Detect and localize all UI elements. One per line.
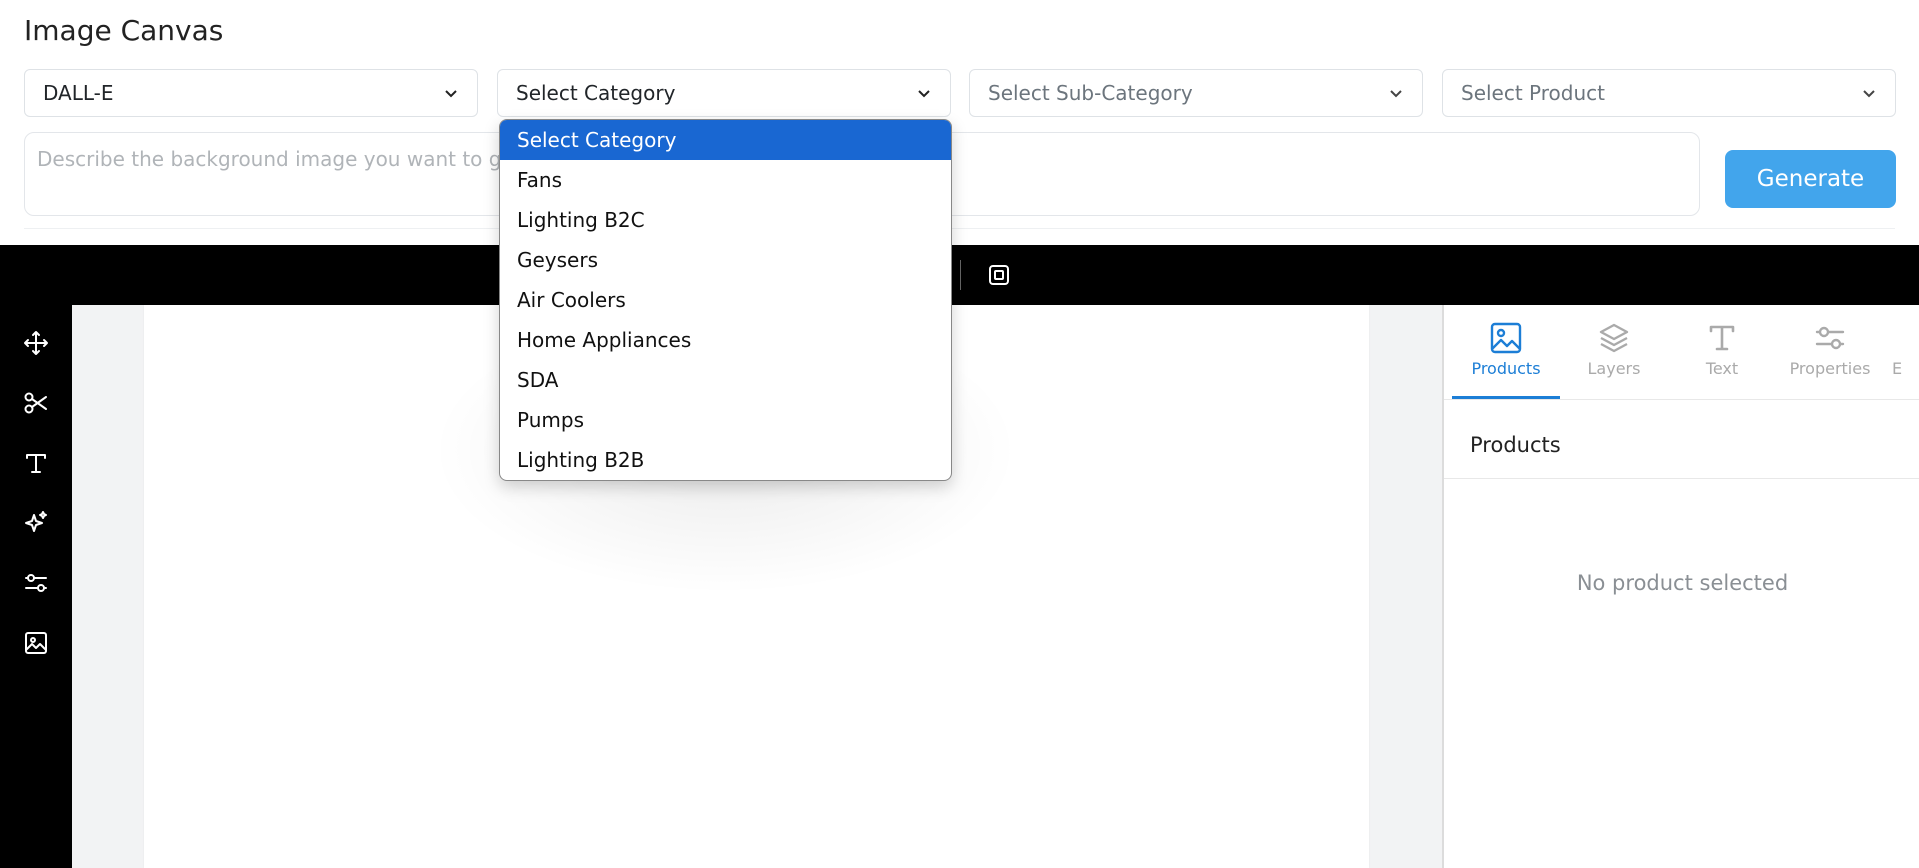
category-select[interactable]: Select Category <box>497 69 951 117</box>
dropdown-option[interactable]: Fans <box>500 160 951 200</box>
form-divider <box>24 228 1895 229</box>
chevron-down-icon <box>445 90 457 98</box>
dropdown-option[interactable]: Air Coolers <box>500 280 951 320</box>
image-icon <box>1490 322 1522 354</box>
dropdown-option[interactable]: Geysers <box>500 240 951 280</box>
tab-text[interactable]: Text <box>1668 305 1776 399</box>
page-title: Image Canvas <box>24 14 224 47</box>
category-select-value: Select Category <box>516 81 676 105</box>
scissors-icon[interactable] <box>22 389 50 417</box>
toolbar-divider <box>960 260 961 290</box>
dropdown-option[interactable]: SDA <box>500 360 951 400</box>
dropdown-option[interactable]: Lighting B2B <box>500 440 951 480</box>
subcategory-select[interactable]: Select Sub-Category <box>969 69 1423 117</box>
tab-label: E <box>1892 359 1903 378</box>
sparkle-icon[interactable] <box>22 509 50 537</box>
chevron-down-icon <box>1863 90 1875 98</box>
dropdown-option[interactable]: Lighting B2C <box>500 200 951 240</box>
tab-label: Properties <box>1789 359 1871 378</box>
panel-section-title: Products <box>1470 433 1561 457</box>
tab-label: Text <box>1705 359 1739 378</box>
sliders-icon[interactable] <box>22 569 50 597</box>
prompt-placeholder: Describe the background image you want t… <box>37 147 539 171</box>
panel-tabs: Products Layers Text Properties E <box>1444 305 1919 400</box>
text-icon[interactable] <box>22 449 50 477</box>
product-select[interactable]: Select Product <box>1442 69 1896 117</box>
dropdown-option[interactable]: Pumps <box>500 400 951 440</box>
model-select-value: DALL-E <box>43 81 114 105</box>
product-select-value: Select Product <box>1461 81 1605 105</box>
tab-products[interactable]: Products <box>1452 305 1560 399</box>
frame-icon[interactable] <box>988 264 1010 286</box>
tab-layers[interactable]: Layers <box>1560 305 1668 399</box>
tab-label: Layers <box>1587 359 1641 378</box>
panel-divider <box>1444 478 1919 479</box>
generate-button[interactable]: Generate <box>1725 150 1896 208</box>
category-dropdown-menu: Select Category Fans Lighting B2C Geyser… <box>499 119 952 481</box>
empty-state-message: No product selected <box>1576 571 1789 595</box>
chevron-down-icon <box>1390 90 1402 98</box>
model-select[interactable]: DALL-E <box>24 69 478 117</box>
tab-properties[interactable]: Properties <box>1776 305 1884 399</box>
move-icon[interactable] <box>22 329 50 357</box>
subcategory-select-value: Select Sub-Category <box>988 81 1193 105</box>
dropdown-option[interactable]: Select Category <box>500 120 951 160</box>
tab-overflow[interactable]: E <box>1884 305 1919 399</box>
layers-icon <box>1599 323 1629 353</box>
right-panel: Products Layers Text Properties E Produc… <box>1442 305 1919 868</box>
image-icon[interactable] <box>22 629 50 657</box>
tool-rail <box>0 305 72 868</box>
chevron-down-icon <box>918 90 930 98</box>
dropdown-option[interactable]: Home Appliances <box>500 320 951 360</box>
text-icon <box>1709 325 1735 351</box>
tab-label: Products <box>1471 359 1541 378</box>
sliders-icon <box>1815 326 1845 350</box>
